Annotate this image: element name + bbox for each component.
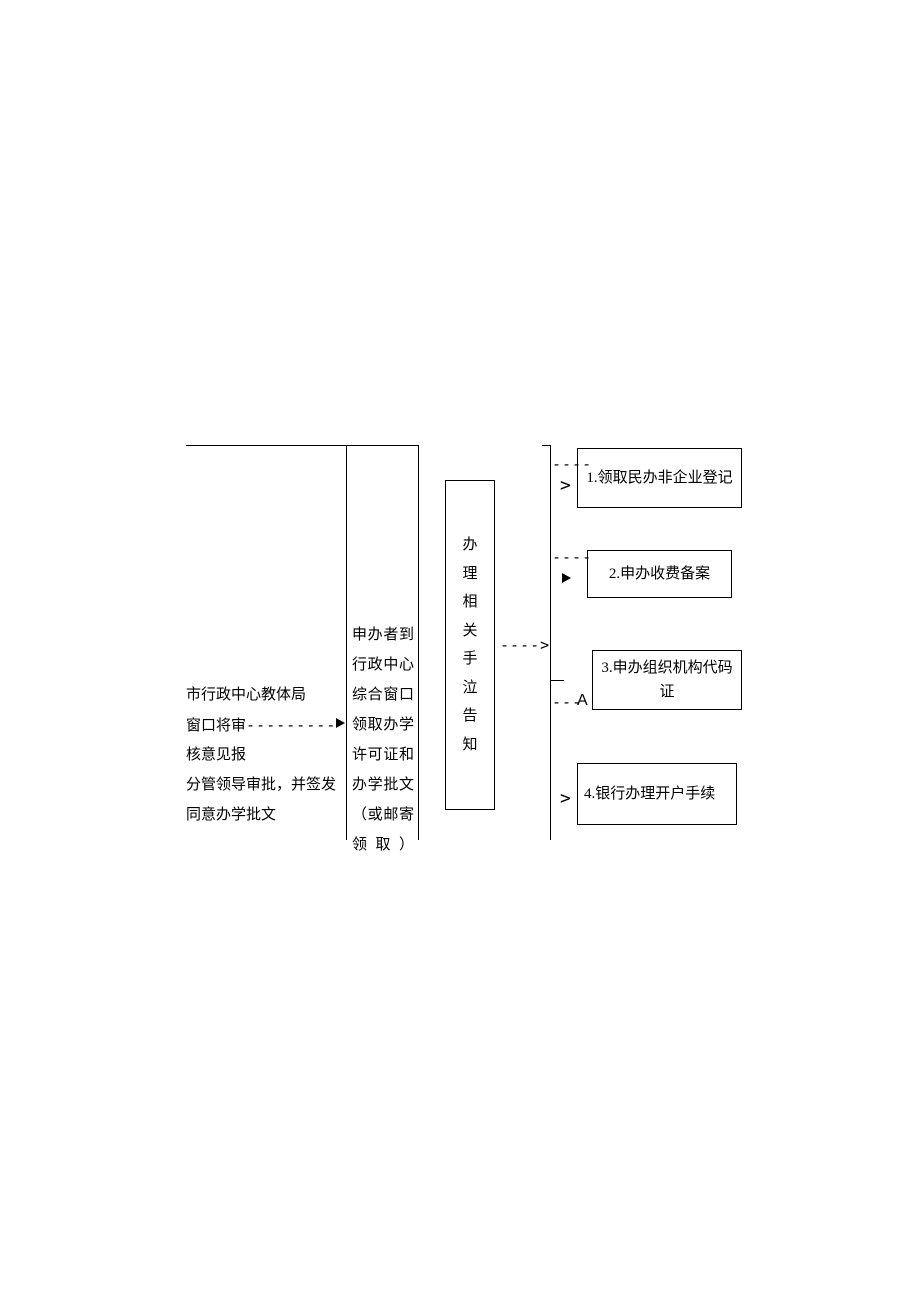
right-item-1: 1.领取民办非企业登记 (577, 448, 742, 508)
right-item-2-text: 2.申办收费备案 (609, 562, 710, 586)
left-block-line3: 核意见报 (186, 740, 246, 770)
left-block-line4: 分管领导审批，并签发 (186, 770, 336, 800)
left-block-line5: 同意办学批文 (186, 800, 276, 830)
arrow-left-to-mid-dash: --------- (246, 716, 336, 734)
right-item-2: 2.申办收费备案 (587, 550, 732, 598)
arrow-to-item2-head (562, 573, 571, 583)
arrow-to-item3-A: A (577, 692, 588, 710)
mid-block: 申办者到行政中心综合窗口领取办学许可证和办学批文（或邮寄领取） (352, 620, 414, 860)
frame-left-edge (346, 445, 347, 840)
right-item-3: 3.申办组织机构代码证 (592, 650, 742, 710)
right-item-4: 4.银行办理开户手续 (577, 763, 737, 825)
frame-top-left-segment (186, 445, 346, 446)
frame-top-mid-segment (346, 445, 418, 446)
frame-right-edge-of-mid (418, 445, 419, 840)
left-block-line1: 市行政中心教体局 (186, 680, 306, 710)
arrow-to-item3-stub (550, 680, 564, 681)
arrow-to-item1-head: > (560, 475, 571, 496)
arrow-center-to-split: ----> (500, 636, 550, 654)
right-item-3-text: 3.申办组织机构代码证 (599, 656, 735, 704)
arrow-left-to-mid-head (336, 718, 345, 728)
right-split-top-tick (542, 445, 550, 446)
left-block-line2-text: 窗口将审 (186, 718, 246, 734)
mid-block-text: 申办者到行政中心综合窗口领取办学许可证和办学批文（或邮寄领取） (352, 627, 414, 853)
center-box: 办理相关手泣告知 (445, 480, 495, 810)
arrow-to-item4-head: > (560, 788, 571, 809)
right-split-line (550, 445, 551, 840)
left-block-line2: 窗口将审--------- (186, 710, 336, 741)
right-item-4-text: 4.银行办理开户手续 (584, 782, 715, 806)
center-box-text: 办理相关手泣告知 (461, 531, 479, 759)
right-item-1-text: 1.领取民办非企业登记 (586, 466, 732, 490)
